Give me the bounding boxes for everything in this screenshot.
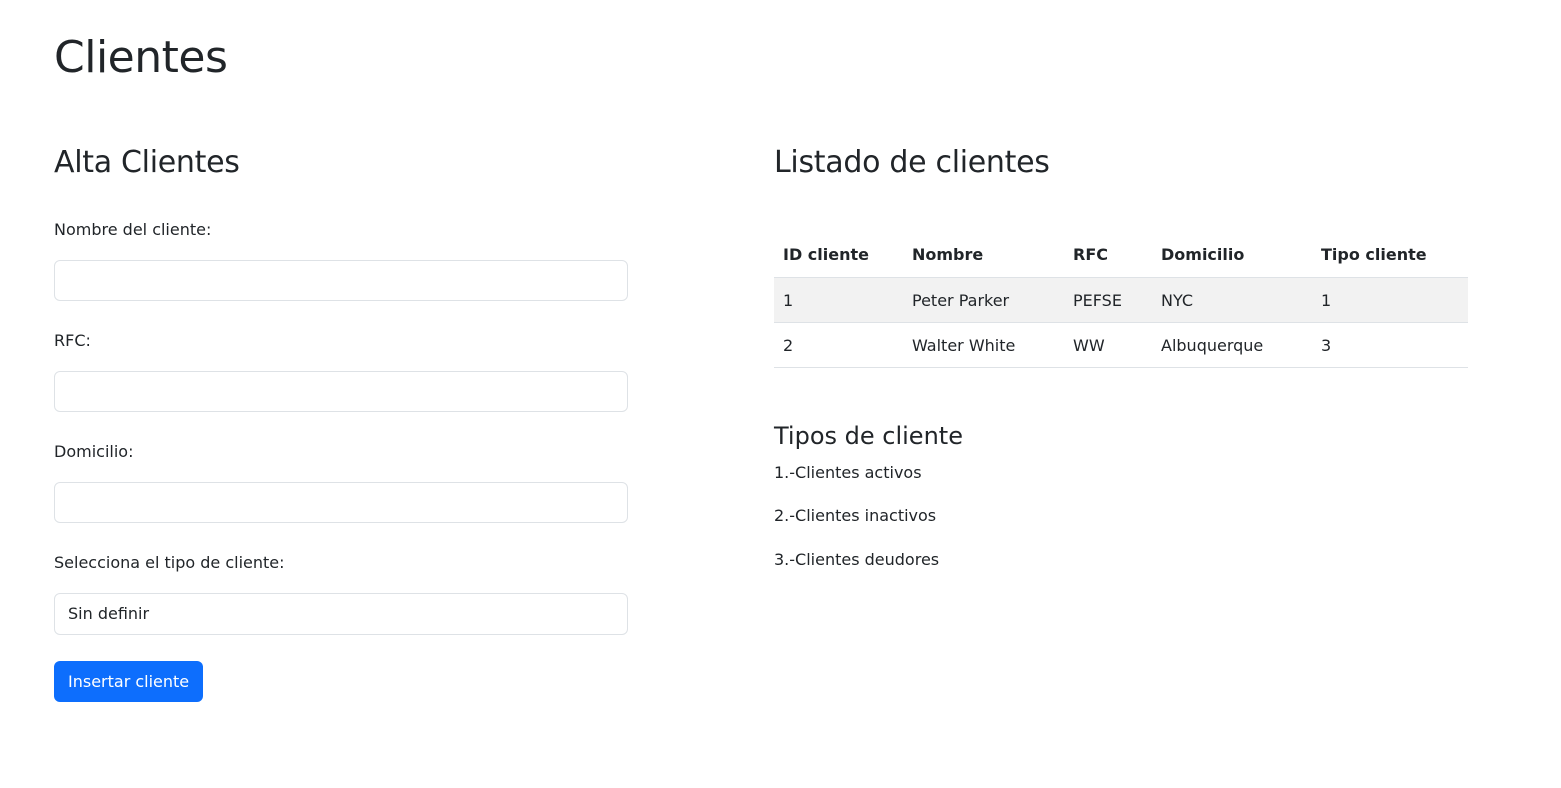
- form-title: Alta Clientes: [54, 145, 240, 180]
- column-header-name: Nombre: [903, 232, 1064, 278]
- client-type-selected-value: Sin definir: [68, 604, 150, 623]
- table-row: 1 Peter Parker PEFSE NYC 1: [774, 277, 1468, 323]
- cell-rfc: PEFSE: [1064, 277, 1152, 323]
- client-listing: Listado de clientes ID cliente Nombre RF…: [774, 140, 1468, 569]
- column-header-id: ID cliente: [774, 232, 903, 278]
- rfc-input[interactable]: [54, 371, 628, 412]
- cell-id: 1: [774, 277, 903, 323]
- clients-table: ID cliente Nombre RFC Domicilio Tipo cli…: [774, 232, 1468, 368]
- name-input[interactable]: [54, 260, 628, 301]
- client-type-item: 2.-Clientes inactivos: [774, 506, 937, 525]
- client-type-select[interactable]: Sin definir: [54, 593, 628, 635]
- name-label: Nombre del cliente:: [54, 220, 212, 239]
- cell-address: Albuquerque: [1152, 322, 1312, 368]
- column-header-address: Domicilio: [1152, 232, 1312, 278]
- rfc-label: RFC:: [54, 331, 91, 350]
- address-input[interactable]: [54, 482, 628, 523]
- client-type-label: Selecciona el tipo de cliente:: [54, 553, 285, 572]
- column-header-type: Tipo cliente: [1312, 232, 1468, 278]
- column-header-rfc: RFC: [1064, 232, 1152, 278]
- client-type-item: 1.-Clientes activos: [774, 463, 922, 482]
- address-label: Domicilio:: [54, 442, 134, 461]
- cell-address: NYC: [1152, 277, 1312, 323]
- cell-rfc: WW: [1064, 322, 1152, 368]
- client-form: Alta Clientes Nombre del cliente: RFC: D…: [54, 140, 628, 702]
- table-row: 2 Walter White WW Albuquerque 3: [774, 322, 1468, 368]
- cell-name: Peter Parker: [903, 277, 1064, 323]
- cell-type: 3: [1312, 322, 1468, 368]
- table-header-row: ID cliente Nombre RFC Domicilio Tipo cli…: [774, 232, 1468, 278]
- cell-type: 1: [1312, 277, 1468, 323]
- page-title: Clientes: [54, 32, 228, 83]
- cell-name: Walter White: [903, 322, 1064, 368]
- insert-client-button[interactable]: Insertar cliente: [54, 661, 204, 702]
- cell-id: 2: [774, 322, 903, 368]
- client-type-item: 3.-Clientes deudores: [774, 550, 940, 569]
- client-types-title: Tipos de cliente: [774, 422, 963, 450]
- listing-title: Listado de clientes: [774, 145, 1050, 180]
